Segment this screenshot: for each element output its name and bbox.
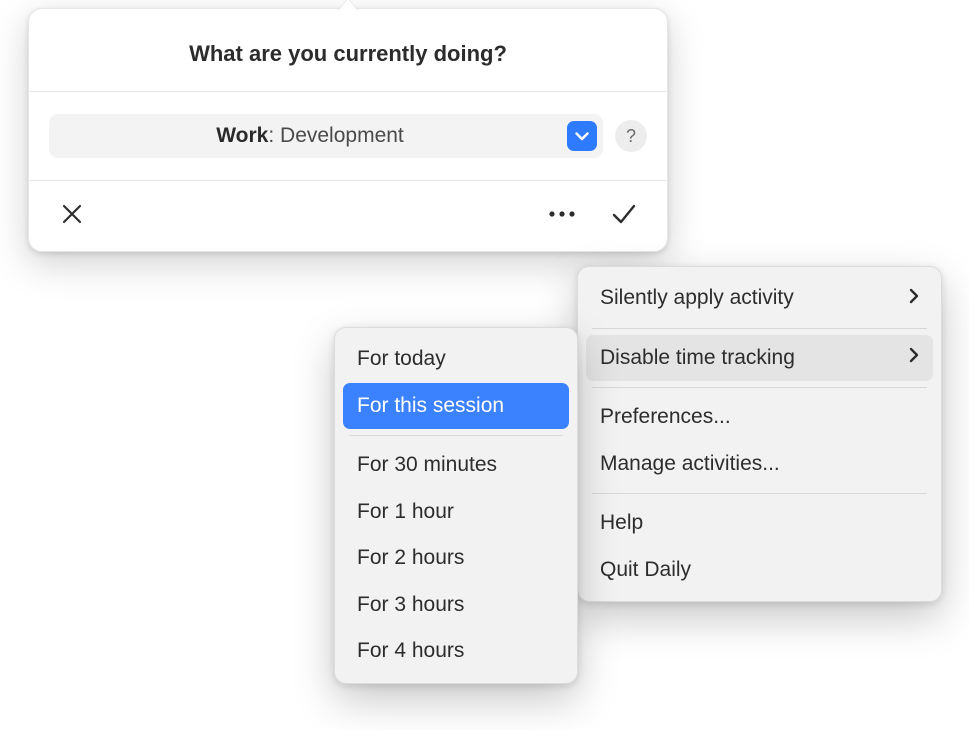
more-icon — [548, 210, 576, 218]
menu-item-label: For 2 hours — [357, 542, 464, 575]
more-button[interactable] — [547, 199, 577, 229]
menu-item-label: For 1 hour — [357, 496, 454, 529]
help-icon: ? — [626, 126, 636, 147]
activity-popover: What are you currently doing? Work: Deve… — [28, 8, 668, 252]
menu-item-label: Preferences... — [600, 401, 731, 434]
menu-item-label: For today — [357, 343, 446, 376]
activity-select[interactable]: Work: Development — [49, 114, 603, 158]
menu-item-label: For this session — [357, 390, 504, 423]
check-icon — [611, 203, 637, 225]
popover-footer — [29, 181, 667, 251]
submenu-item-3hours[interactable]: For 3 hours — [343, 582, 569, 629]
submenu-item-2hours[interactable]: For 2 hours — [343, 535, 569, 582]
submenu-item-30min[interactable]: For 30 minutes — [343, 442, 569, 489]
menu-item-quit[interactable]: Quit Daily — [586, 547, 933, 594]
menu-item-label: Disable time tracking — [600, 342, 795, 375]
close-icon — [61, 203, 83, 225]
menu-separator — [349, 435, 563, 436]
menu-separator — [592, 493, 927, 494]
menu-item-label: Silently apply activity — [600, 282, 794, 315]
submenu-item-4hours[interactable]: For 4 hours — [343, 628, 569, 675]
footer-right — [547, 199, 639, 229]
submenu-item-1hour[interactable]: For 1 hour — [343, 489, 569, 536]
menu-item-help[interactable]: Help — [586, 500, 933, 547]
activity-value: Development — [280, 124, 404, 147]
submenu-item-today[interactable]: For today — [343, 336, 569, 383]
menu-item-silently-apply[interactable]: Silently apply activity — [586, 275, 933, 322]
menu-item-preferences[interactable]: Preferences... — [586, 394, 933, 441]
confirm-button[interactable] — [609, 199, 639, 229]
menu-item-label: For 3 hours — [357, 589, 464, 622]
activity-separator: : — [268, 124, 280, 147]
help-button[interactable]: ? — [615, 120, 647, 152]
menu-item-manage-activities[interactable]: Manage activities... — [586, 441, 933, 488]
menu-item-label: Help — [600, 507, 643, 540]
menu-separator — [592, 387, 927, 388]
menu-item-label: For 30 minutes — [357, 449, 497, 482]
submenu-disable-tracking: For today For this session For 30 minute… — [334, 327, 578, 684]
chevron-right-icon — [909, 342, 919, 373]
menu-item-label: Quit Daily — [600, 554, 691, 587]
popover-title: What are you currently doing? — [29, 9, 667, 91]
chevron-right-icon — [909, 283, 919, 314]
menu-item-label: Manage activities... — [600, 448, 780, 481]
activity-select-wrap: Work: Development — [49, 114, 603, 158]
menu-separator — [592, 328, 927, 329]
menu-item-disable-tracking[interactable]: Disable time tracking — [586, 335, 933, 382]
chevron-down-icon[interactable] — [567, 121, 597, 151]
menu-item-label: For 4 hours — [357, 635, 464, 668]
popover-arrow — [335, 0, 361, 12]
activity-select-row: Work: Development ? — [29, 92, 667, 180]
activity-category: Work — [216, 124, 268, 147]
submenu-item-session[interactable]: For this session — [343, 383, 569, 430]
context-menu: Silently apply activity Disable time tra… — [577, 266, 942, 602]
close-button[interactable] — [57, 199, 87, 229]
